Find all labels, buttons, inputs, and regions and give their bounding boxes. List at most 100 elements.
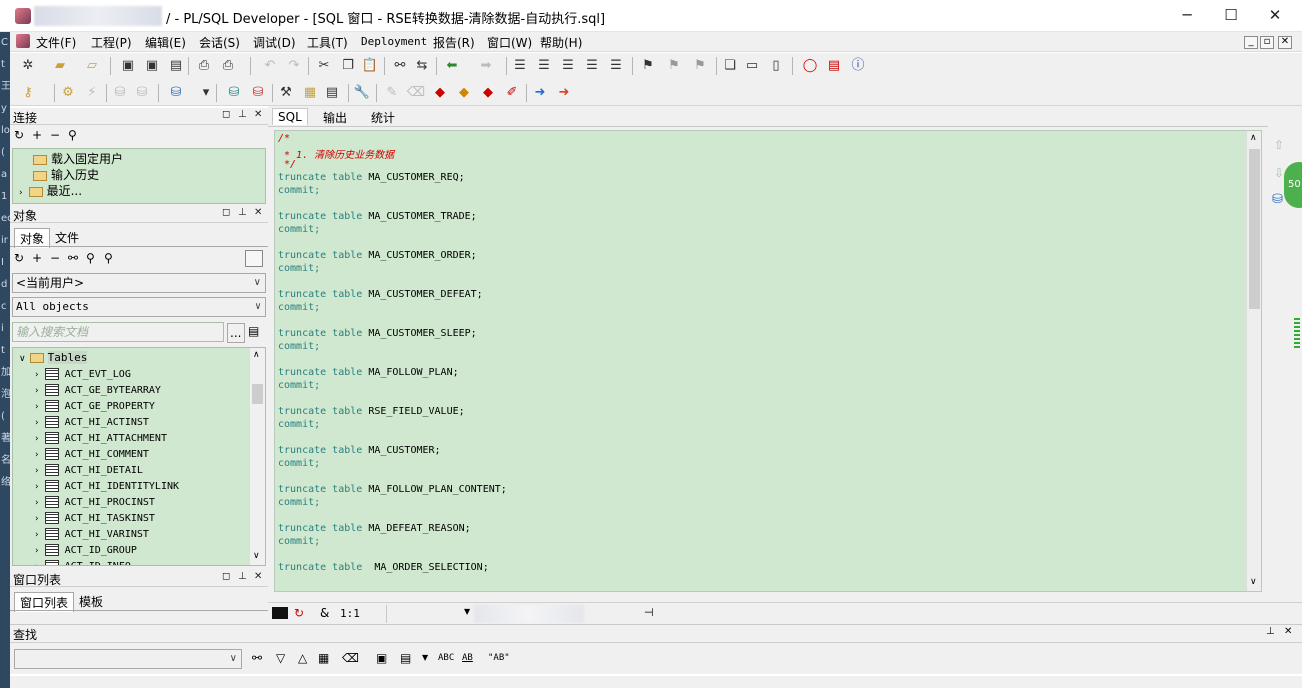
find-scope-icon[interactable]: ▤ [400,651,411,665]
tree-root-tables[interactable]: ∨ Tables [19,350,88,364]
print-icon[interactable]: ⎙ [194,56,214,76]
checkbox-icon[interactable] [245,250,263,267]
table-row[interactable]: › ACT_HI_VARINST [35,526,149,540]
table-row[interactable]: ›ACT_ID_INFO [35,558,131,565]
chevron-right-icon[interactable]: › [35,402,39,412]
info-icon[interactable]: ⓘ [848,56,868,76]
arrow-right-blue-icon[interactable]: ➜ [530,83,550,103]
tree-item-history[interactable]: 输入历史 [33,166,99,183]
panel-close-icon[interactable]: ✕ [254,571,262,582]
maximize-button[interactable]: ☐ [1208,0,1254,32]
paste-icon[interactable]: 📋 [360,56,380,76]
menu-project[interactable]: 工程(P) [91,34,132,51]
panel-close-icon[interactable]: ✕ [254,207,262,218]
object-filter-select[interactable]: All objects ∨ [12,297,266,317]
mdi-close-button[interactable]: ✕ [1278,36,1292,49]
chevron-right-icon[interactable]: › [35,386,39,396]
chevron-right-icon[interactable]: › [35,418,39,428]
chevron-right-icon[interactable]: › [35,482,39,492]
arrow-up-icon[interactable]: ⇧ [1274,138,1284,152]
panel-close-icon[interactable]: ✕ [1284,626,1292,637]
tab-objects[interactable]: 对象 [14,228,51,248]
search-more-button[interactable]: ... [227,323,245,343]
whole-word-button[interactable]: AB [462,653,473,663]
wrench-icon[interactable]: 🔧 [352,83,372,103]
properties-icon[interactable]: ⚲ [68,128,77,142]
chevron-right-icon[interactable]: › [19,188,23,198]
sql-dropdown-icon[interactable]: ▾ [196,83,216,103]
template-icon[interactable]: ▦ [300,83,320,103]
mdi-restore-button[interactable]: ▫ [1260,36,1274,49]
back-icon[interactable]: ⬅ [442,56,462,76]
tile-vertical-icon[interactable]: ▯ [766,56,786,76]
report-icon[interactable]: ▤ [322,83,342,103]
redo-icon[interactable]: ↷ [284,56,304,76]
tab-templates[interactable]: 模板 [74,592,108,611]
pin-icon[interactable]: ⊥ [238,207,247,218]
break-icon[interactable]: ⚡ [82,83,102,103]
menu-session[interactable]: 会话(S) [199,34,240,51]
table-row[interactable]: › ACT_GE_PROPERTY [35,398,155,412]
tab-files[interactable]: 文件 [50,228,84,247]
editor-scrollbar[interactable]: ∧ ∨ [1246,131,1261,591]
chevron-right-icon[interactable]: › [35,562,39,565]
open-folder-icon[interactable]: ▰ [50,56,70,76]
table-row[interactable]: › ACT_GE_BYTEARRAY [35,382,161,396]
tab-sql[interactable]: SQL [272,108,308,125]
panel-window-icon[interactable]: ◻ [222,109,230,120]
pin-icon[interactable]: ⊥ [238,109,247,120]
minimize-button[interactable]: ─ [1164,0,1210,32]
undo-icon[interactable]: ↶ [260,56,280,76]
menu-edit[interactable]: 编辑(E) [145,34,186,51]
chevron-down-icon[interactable]: ∨ [19,354,26,364]
highlight-all-icon[interactable]: ▦ [318,651,329,665]
tools-icon[interactable]: ⚒ [276,83,296,103]
uncomment-icon[interactable]: ☰ [582,56,602,76]
logon-icon[interactable]: ⛁ [248,83,268,103]
chevron-right-icon[interactable]: › [35,530,39,540]
refresh-icon[interactable]: ↻ [14,128,24,142]
remove-icon[interactable]: − [50,128,60,142]
wrap-icon[interactable] [272,607,288,619]
table-row[interactable]: › ACT_HI_IDENTITYLINK [35,478,179,492]
table-row[interactable]: › ACT_HI_PROCINST [35,494,155,508]
table-row[interactable]: › ACT_EVT_LOG [35,366,131,380]
chevron-down-icon[interactable]: ▼ [464,607,470,616]
chevron-right-icon[interactable]: › [35,498,39,508]
beautify-icon[interactable]: ✎ [382,83,402,103]
save-as-icon[interactable]: ▣ [142,56,162,76]
pdf-icon[interactable]: ▤ [824,56,844,76]
find-next-icon[interactable]: ▽ [276,651,285,665]
table-row[interactable]: › ACT_HI_TASKINST [35,510,155,524]
replace-icon[interactable]: ⇆ [412,56,432,76]
chevron-down-icon[interactable]: ∨ [1250,577,1257,587]
pin-icon[interactable]: ⊣ [644,606,654,619]
save-icon[interactable]: ▣ [118,56,138,76]
tab-output[interactable]: 输出 [318,108,352,127]
arrow-down-icon[interactable]: ⇩ [1274,166,1284,180]
object-red-icon[interactable]: ◆ [430,83,450,103]
find-input[interactable]: ∨ [14,649,242,669]
side-gadget[interactable]: 50 [1284,162,1302,208]
forward-icon[interactable]: ➡ [476,56,496,76]
scrollbar-thumb[interactable] [1249,149,1260,309]
add-icon[interactable]: + [32,128,42,142]
pin-icon[interactable]: ⊥ [238,571,247,582]
query-builder-icon[interactable]: ⚑ [638,56,658,76]
chevron-right-icon[interactable]: › [35,370,39,380]
panel-window-icon[interactable]: ◻ [222,207,230,218]
close-button[interactable]: ✕ [1252,0,1298,32]
chevron-down-icon[interactable]: ∨ [253,551,260,561]
chevron-right-icon[interactable]: › [35,450,39,460]
find-in-window-icon[interactable]: ▣ [376,651,387,665]
open-menu-icon[interactable]: ▱ [82,56,102,76]
uppercase-icon[interactable]: ☰ [606,56,626,76]
pin-icon[interactable]: ⊥ [1266,626,1275,637]
execute-icon[interactable]: ⚙ [58,83,78,103]
tree-item-fixed-users[interactable]: 载入固定用户 [33,150,123,167]
database-icon[interactable]: ⛁ [1272,192,1283,207]
scrollbar-thumb[interactable] [252,384,263,404]
match-case-button[interactable]: ABC [438,653,454,663]
table-row[interactable]: › ACT_HI_DETAIL [35,462,143,476]
chevron-right-icon[interactable]: › [35,546,39,556]
